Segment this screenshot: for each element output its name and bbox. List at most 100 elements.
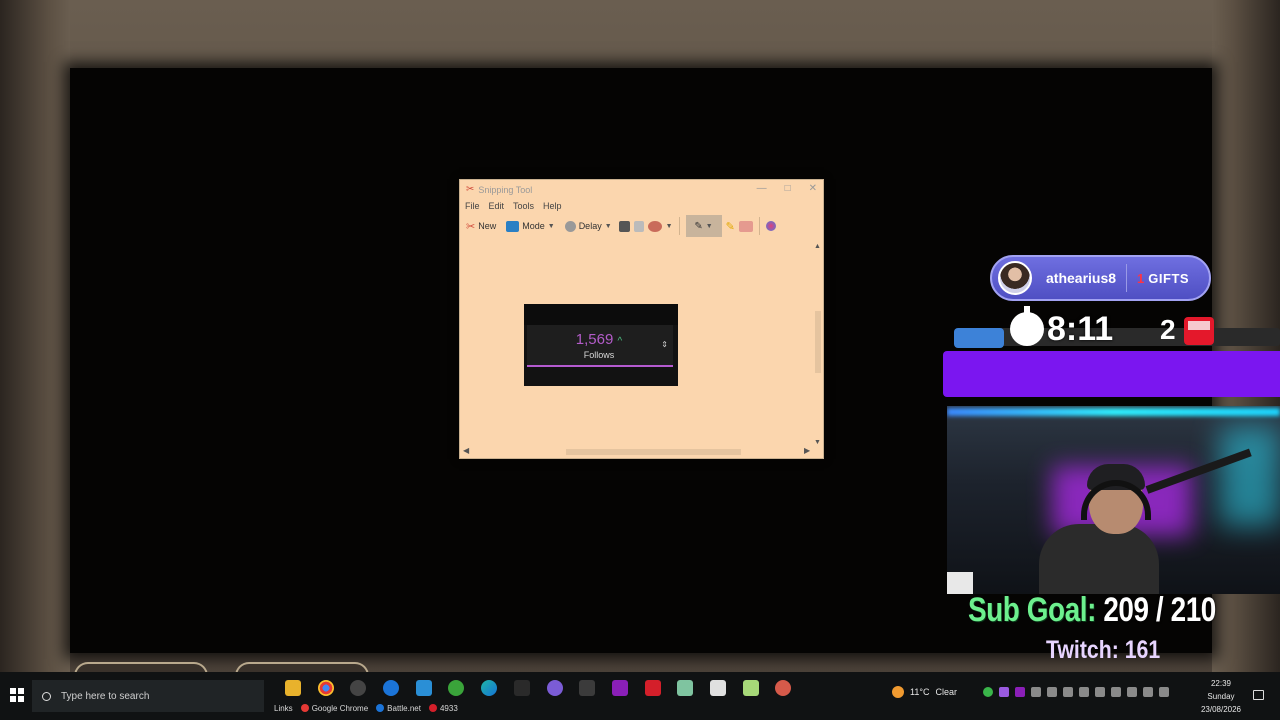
follows-number: 1,569 <box>575 331 614 348</box>
chrome-icon[interactable] <box>318 680 334 696</box>
link-battlenet[interactable]: Battle.net <box>376 704 421 713</box>
stopwatch-icon <box>1010 306 1044 346</box>
taskbar-search[interactable]: Type here to search <box>32 680 264 712</box>
copy-icon[interactable] <box>633 220 644 232</box>
delay-label: Delay <box>578 221 602 231</box>
close-button[interactable]: ✕ <box>809 183 817 194</box>
horizontal-scrollbar[interactable]: ◀ ▶ <box>460 446 815 458</box>
file-explorer-icon[interactable] <box>285 680 301 696</box>
snipping-tool-icon[interactable] <box>775 680 791 696</box>
app-icon[interactable] <box>579 680 595 696</box>
windows-start-button[interactable] <box>10 688 24 702</box>
webcam-feed <box>947 406 1280 594</box>
link-4933[interactable]: 4933 <box>428 704 458 713</box>
clock-time: 22:39 <box>1210 679 1232 688</box>
bus-icon <box>1184 317 1214 345</box>
delay-button[interactable]: Delay ▼ <box>562 219 615 234</box>
link-label: 4933 <box>439 704 458 713</box>
sub-goal-label: Sub Goal: <box>968 591 1096 629</box>
led-strip <box>947 408 1280 416</box>
snip-canvas: 1,569 ^ Follows ⇕ <box>461 241 815 447</box>
expand-icon: ⇕ <box>661 340 668 349</box>
save-icon[interactable] <box>618 220 630 232</box>
tray-app-icon[interactable] <box>1094 687 1105 697</box>
weather-condition[interactable]: Clear <box>935 687 957 697</box>
new-button[interactable]: ✂ New <box>463 218 499 235</box>
scroll-up-icon[interactable]: ▲ <box>814 243 821 250</box>
scroll-down-icon[interactable]: ▼ <box>814 439 821 446</box>
mic-icon[interactable] <box>1110 687 1121 697</box>
tray-app-icon[interactable] <box>1078 687 1089 697</box>
taskbar-clock[interactable]: 22:39 Sunday 23/08/2026 <box>1196 677 1246 716</box>
mode-button[interactable]: Mode ▼ <box>503 219 557 234</box>
scroll-thumb[interactable] <box>815 311 821 373</box>
mode-label: Mode <box>522 221 545 231</box>
app-icon[interactable] <box>677 680 693 696</box>
app-icon[interactable] <box>612 680 628 696</box>
mode-icon <box>506 220 520 232</box>
chevron-down-icon: ▼ <box>705 222 713 230</box>
scroll-thumb[interactable] <box>566 449 741 455</box>
timer-background <box>956 328 1280 346</box>
highlighter-icon[interactable]: ✎ <box>726 220 735 233</box>
notification-icon[interactable] <box>1253 690 1264 700</box>
tray-app-icon[interactable] <box>998 687 1009 697</box>
eraser-icon[interactable] <box>738 220 753 232</box>
xbox-icon[interactable] <box>448 680 464 696</box>
clock-app-icon[interactable] <box>350 680 366 696</box>
monitor-icon[interactable] <box>1158 687 1169 697</box>
streamer-body <box>1039 524 1159 594</box>
battlenet-icon[interactable] <box>383 680 399 696</box>
maximize-button[interactable]: □ <box>785 183 791 194</box>
link-google-chrome[interactable]: Google Chrome <box>300 704 368 713</box>
app-icon[interactable] <box>645 680 661 696</box>
tray-app-icon[interactable] <box>1030 687 1041 697</box>
timer-widget: 8:11 2 <box>952 306 1280 350</box>
menu-tools[interactable]: Tools <box>513 201 534 211</box>
weather-temp[interactable]: 11°C <box>910 687 929 697</box>
notepad-icon[interactable] <box>743 680 759 696</box>
avatar <box>998 261 1032 295</box>
edge-icon[interactable] <box>481 680 497 696</box>
follows-label: Follows <box>583 350 615 360</box>
scroll-right-icon[interactable]: ▶ <box>804 446 810 455</box>
menu-help[interactable]: Help <box>543 201 562 211</box>
system-tray: 11°C Clear <box>892 686 1169 698</box>
twitch-count: Twitch: 161 <box>1046 636 1161 664</box>
tray-app-icon[interactable] <box>982 687 993 697</box>
tray-app-icon[interactable] <box>1014 687 1025 697</box>
menu-file[interactable]: File <box>465 201 480 211</box>
toolbar-separator <box>758 217 760 235</box>
pen-icon: ✎ <box>694 220 703 232</box>
snipping-tool-window[interactable]: ✂ Snipping Tool — □ ✕ File Edit Tools He… <box>459 179 824 459</box>
app-icon[interactable] <box>547 680 563 696</box>
follows-count: 1,569 ^ <box>524 331 674 348</box>
chevron-down-icon[interactable]: ▼ <box>666 223 673 230</box>
mail-icon[interactable] <box>416 680 432 696</box>
scissors-icon: ✂ <box>466 184 475 195</box>
app-icon[interactable] <box>514 680 530 696</box>
frame-left-edge <box>0 0 70 675</box>
vertical-scrollbar[interactable]: ▲ ▼ <box>813 241 823 448</box>
minimize-button[interactable]: — <box>757 183 767 194</box>
sub-goal: Sub Goal: 209 / 210 <box>968 591 1216 630</box>
gift-alert: athearius8 1 GIFTS <box>990 255 1211 301</box>
gift-username: athearius8 <box>1046 270 1117 286</box>
volume-icon[interactable] <box>1142 687 1153 697</box>
tray-app-icon[interactable] <box>1062 687 1073 697</box>
menu-edit[interactable]: Edit <box>489 201 505 211</box>
search-icon <box>42 691 51 701</box>
divider <box>1126 264 1128 292</box>
weather-icon[interactable] <box>892 686 904 698</box>
headset-icon[interactable] <box>1046 687 1057 697</box>
paint-icon[interactable] <box>765 221 776 231</box>
app-icon[interactable] <box>710 680 726 696</box>
timer-value: 8:11 <box>1047 310 1114 348</box>
send-icon[interactable] <box>647 220 662 232</box>
window-title: Snipping Tool <box>478 184 533 195</box>
scroll-left-icon[interactable]: ◀ <box>463 446 469 455</box>
gift-count: 1 <box>1137 270 1145 286</box>
network-icon[interactable] <box>1126 687 1137 697</box>
pen-button[interactable]: ✎ ▼ <box>685 215 722 237</box>
progress-bar <box>943 351 1280 397</box>
